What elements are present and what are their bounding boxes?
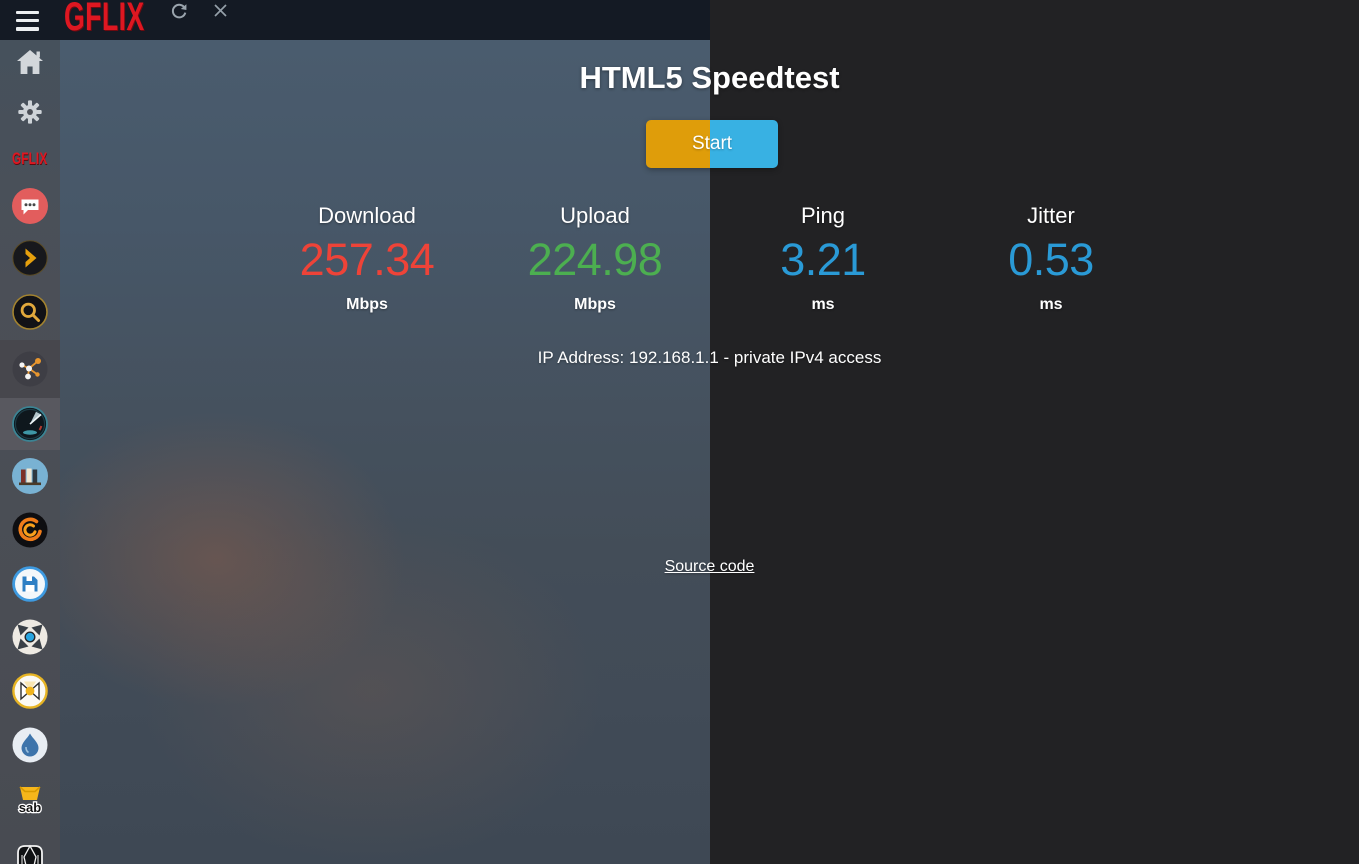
sidebar-item-nzbget[interactable] — [0, 612, 60, 662]
page-title: HTML5 Speedtest — [60, 60, 1359, 96]
metric-upload: Upload 224.98 Mbps — [481, 203, 709, 315]
metric-label: Download — [253, 203, 481, 229]
sidebar-item-settings[interactable] — [0, 87, 60, 137]
books-library-icon — [12, 458, 48, 494]
ip-address-line: IP Address: 192.168.1.1 - private IPv4 a… — [60, 348, 1359, 368]
metrics-row: Download 257.34 Mbps Upload 224.98 Mbps … — [253, 203, 1165, 315]
metric-unit: Mbps — [253, 295, 481, 315]
sidebar-item-library[interactable] — [0, 451, 60, 501]
nzbget-icon — [12, 619, 48, 655]
grafana-icon — [12, 512, 48, 548]
speedtest-panel: HTML5 Speedtest Start Download 257.34 Mb… — [60, 40, 1359, 864]
sidebar-brand-gflix[interactable]: GFLIX — [0, 133, 60, 183]
metric-value: 257.34 — [253, 234, 481, 286]
sidebar-item-chat[interactable] — [0, 181, 60, 231]
metric-value: 0.53 — [937, 234, 1165, 286]
chat-bubble-icon — [12, 188, 48, 224]
sidebar-item-deluge[interactable] — [0, 720, 60, 770]
menu-icon[interactable] — [16, 6, 40, 32]
sidebar-item-plex[interactable] — [0, 233, 60, 283]
sab-icon: sab — [11, 780, 49, 818]
sidebar-item-home[interactable] — [0, 37, 60, 87]
gflix-logo[interactable]: GFLIX — [64, 0, 145, 40]
sidebar-item-jackett[interactable] — [0, 828, 60, 864]
sidebar-item-hydra[interactable] — [0, 666, 60, 716]
bowtie-app-icon — [12, 673, 48, 709]
gear-icon — [16, 98, 44, 126]
sidebar: GFLIX — [0, 40, 60, 864]
jacket-icon — [13, 841, 47, 864]
metric-ping: Ping 3.21 ms — [709, 203, 937, 315]
metric-unit: Mbps — [481, 295, 709, 315]
sidebar-item-monitoring[interactable] — [0, 340, 60, 398]
network-graph-icon — [12, 351, 48, 387]
metric-jitter: Jitter 0.53 ms — [937, 203, 1165, 315]
sidebar-item-indexer-search[interactable] — [0, 287, 60, 337]
refresh-icon[interactable] — [170, 2, 188, 20]
start-button[interactable]: Start — [646, 120, 778, 168]
sab-label: sab — [19, 800, 41, 815]
speedometer-icon — [12, 406, 48, 442]
metric-label: Upload — [481, 203, 709, 229]
metric-label: Ping — [709, 203, 937, 229]
search-app-icon — [12, 294, 48, 330]
metric-download: Download 257.34 Mbps — [253, 203, 481, 315]
metric-unit: ms — [937, 295, 1165, 315]
topbar: GFLIX — [0, 0, 710, 40]
source-code-row: Source code — [60, 558, 1359, 576]
source-code-link[interactable]: Source code — [665, 558, 755, 575]
close-icon[interactable] — [213, 3, 228, 18]
sidebar-item-speedtest[interactable] — [0, 398, 60, 450]
sidebar-item-grafana[interactable] — [0, 505, 60, 555]
sidebar-item-backup[interactable] — [0, 559, 60, 609]
home-icon — [16, 49, 44, 75]
plex-icon — [12, 240, 48, 276]
metric-value: 224.98 — [481, 234, 709, 286]
gflix-brand-label: GFLIX — [12, 149, 47, 168]
sidebar-item-sabnzbd[interactable]: sab — [0, 774, 60, 824]
water-drop-icon — [12, 727, 48, 763]
metric-unit: ms — [709, 295, 937, 315]
metric-value: 3.21 — [709, 234, 937, 286]
metric-label: Jitter — [937, 203, 1165, 229]
floppy-disk-icon — [12, 566, 48, 602]
